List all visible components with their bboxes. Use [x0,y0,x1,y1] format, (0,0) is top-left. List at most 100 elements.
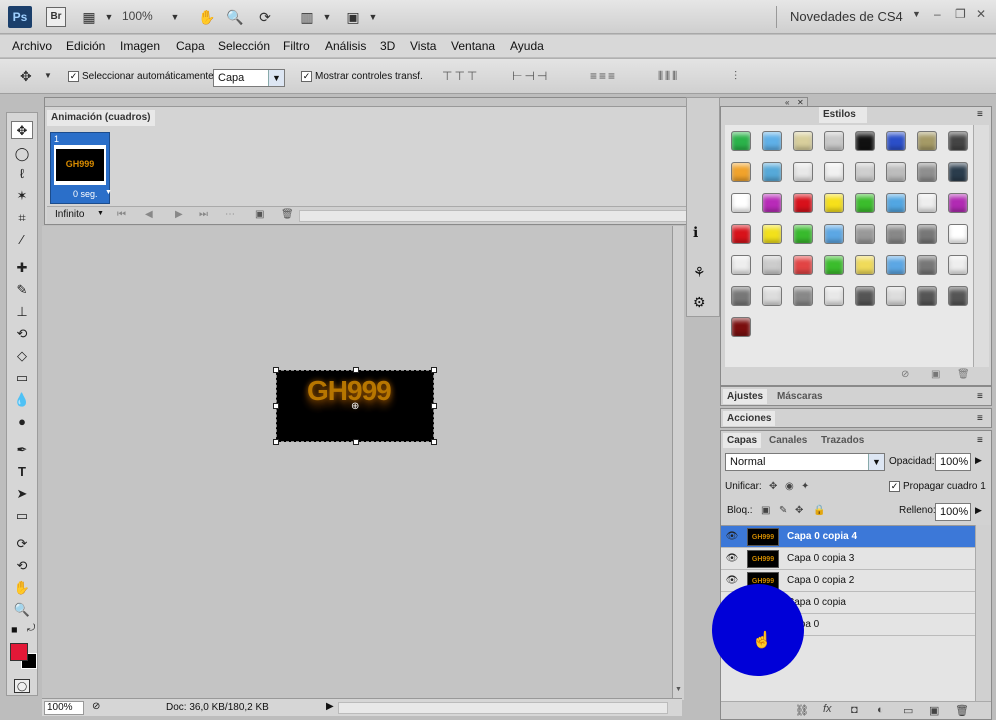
lock-transparency-icon[interactable]: ▣ [761,505,770,516]
lock-pixels-icon[interactable]: ✎ [779,505,787,516]
style-swatch[interactable] [886,162,906,182]
foreground-color-swatch[interactable] [10,643,28,661]
delete-frame-icon[interactable]: 🗑 [281,209,294,220]
menu-capa[interactable]: Capa [176,39,205,53]
style-swatch[interactable] [855,131,875,151]
style-swatch[interactable] [731,131,751,151]
transform-handle[interactable] [273,403,279,409]
new-layer-icon[interactable]: ▣ [929,704,939,717]
delete-style-icon[interactable]: 🗑 [957,369,970,380]
style-swatch[interactable] [731,255,751,275]
transform-handle[interactable] [273,367,279,373]
style-swatch[interactable] [824,286,844,306]
transform-handle[interactable] [353,367,359,373]
clone-source-icon[interactable]: ⚘ [693,264,706,281]
loop-dropdown[interactable]: Infinito [55,209,84,220]
tab-layers[interactable]: Capas [723,433,762,448]
hand-tool-icon[interactable]: ✋ [11,579,33,597]
view-extras-icon[interactable]: ▦ [80,8,98,26]
layers-scrollbar[interactable] [975,525,991,701]
status-menu-arrow-icon[interactable]: ▶ [326,701,334,712]
tab-channels[interactable]: Canales [769,435,807,446]
tab-paths[interactable]: Trazados [821,435,864,446]
lock-position-icon[interactable]: ✥ [795,505,803,516]
auto-select-dropdown[interactable]: Capa ▼ [213,69,285,87]
horizontal-scrollbar[interactable] [338,702,668,714]
clear-style-icon[interactable]: ⊘ [901,369,909,380]
layer-style-icon[interactable]: fx [823,703,832,715]
status-zoom-field[interactable]: 100% [44,701,84,715]
path-selection-tool-icon[interactable]: ➤ [11,485,33,503]
menu-ventana[interactable]: Ventana [451,39,495,53]
style-swatch[interactable] [948,286,968,306]
style-swatch[interactable] [855,286,875,306]
eye-icon[interactable]: 👁 [725,574,739,588]
style-swatch[interactable] [855,193,875,213]
magic-wand-tool-icon[interactable]: ✶ [11,187,33,205]
unify-visibility-icon[interactable]: ◉ [785,481,794,492]
zoom-tool-icon[interactable]: 🔍 [11,601,33,619]
style-swatch[interactable] [948,224,968,244]
healing-brush-tool-icon[interactable]: ✚ [11,259,33,277]
move-tool-icon[interactable]: ✥ [11,121,33,139]
frame-1[interactable]: 1 GH999 0 seg. ▼ [50,132,112,204]
style-swatch[interactable] [948,162,968,182]
style-swatch[interactable] [762,224,782,244]
panel-menu-icon[interactable]: ≡ [977,109,983,120]
distribute-top-icons[interactable]: ≡≡≡ [590,69,617,83]
canvas-area[interactable] [42,226,672,698]
style-swatch[interactable] [762,162,782,182]
style-swatch[interactable] [886,193,906,213]
tool-presets-icon[interactable]: ⚙ [693,294,706,311]
panel-menu-icon[interactable]: ≡ [977,413,983,424]
show-transform-checkbox[interactable]: ✓ [301,70,312,82]
3d-orbit-tool-icon[interactable]: ⟲ [11,557,33,575]
view-extras-dropdown-icon[interactable]: ▼ [100,8,118,26]
arrange-documents-icon[interactable]: ▥ [298,8,316,26]
tab-masks[interactable]: Máscaras [777,391,823,402]
fill-slider-icon[interactable]: ▶ [975,505,982,516]
menu-vista[interactable]: Vista [410,39,436,53]
bridge-button[interactable]: Br [46,7,66,27]
eyedropper-tool-icon[interactable]: ⁄ [11,231,33,249]
tab-adjustments[interactable]: Ajustes [723,389,768,404]
move-tool-preset-icon[interactable]: ✥ [20,68,32,85]
reference-point-icon[interactable]: ⊕ [351,401,359,412]
transform-handle[interactable] [273,439,279,445]
layer-row[interactable]: 👁 GH999 Capa 0 copia 3 [721,548,975,570]
align-left-icons[interactable]: ⊢⊣⊣ [512,69,549,83]
menu-archivo[interactable]: Archivo [12,39,52,53]
unify-style-icon[interactable]: ✦ [801,481,809,492]
screen-mode-dropdown-icon[interactable]: ▼ [364,8,382,26]
link-layers-icon[interactable]: ⛓ [795,704,809,717]
style-swatch[interactable] [917,193,937,213]
menu-3d[interactable]: 3D [380,39,395,53]
transform-handle[interactable] [431,403,437,409]
layer-row[interactable]: 👁 GH999 Capa 0 copia 4 [721,526,975,548]
zoom-dropdown-icon[interactable]: ▼ [166,8,184,26]
blend-mode-dropdown[interactable]: Normal ▼ [725,453,885,471]
style-swatch[interactable] [886,224,906,244]
style-swatch[interactable] [762,131,782,151]
style-swatch[interactable] [917,162,937,182]
lock-all-icon[interactable]: 🔒 [813,505,825,516]
auto-align-icon[interactable]: ⫶ [734,69,739,84]
canvas-vertical-scrollbar[interactable]: ▼ [672,226,684,700]
style-swatch[interactable] [948,255,968,275]
quick-mask-icon[interactable]: ◯ [14,679,30,693]
status-info-icon[interactable]: ⊘ [92,701,100,712]
screen-mode-icon[interactable]: ▣ [344,8,362,26]
new-group-icon[interactable]: ▭ [903,704,913,717]
eye-icon[interactable]: 👁 [725,552,739,566]
style-swatch[interactable] [824,224,844,244]
style-swatch[interactable] [824,162,844,182]
style-swatch[interactable] [793,193,813,213]
style-swatch[interactable] [793,286,813,306]
info-panel-icon[interactable]: ℹ [693,224,698,241]
style-swatch[interactable] [731,224,751,244]
style-swatch[interactable] [948,131,968,151]
clone-stamp-tool-icon[interactable]: ⊥ [11,303,33,321]
default-colors-icon[interactable]: ◼ [11,625,18,634]
3d-rotate-tool-icon[interactable]: ⟳ [11,535,33,553]
zoom-level-dropdown[interactable]: 100% [122,9,153,23]
